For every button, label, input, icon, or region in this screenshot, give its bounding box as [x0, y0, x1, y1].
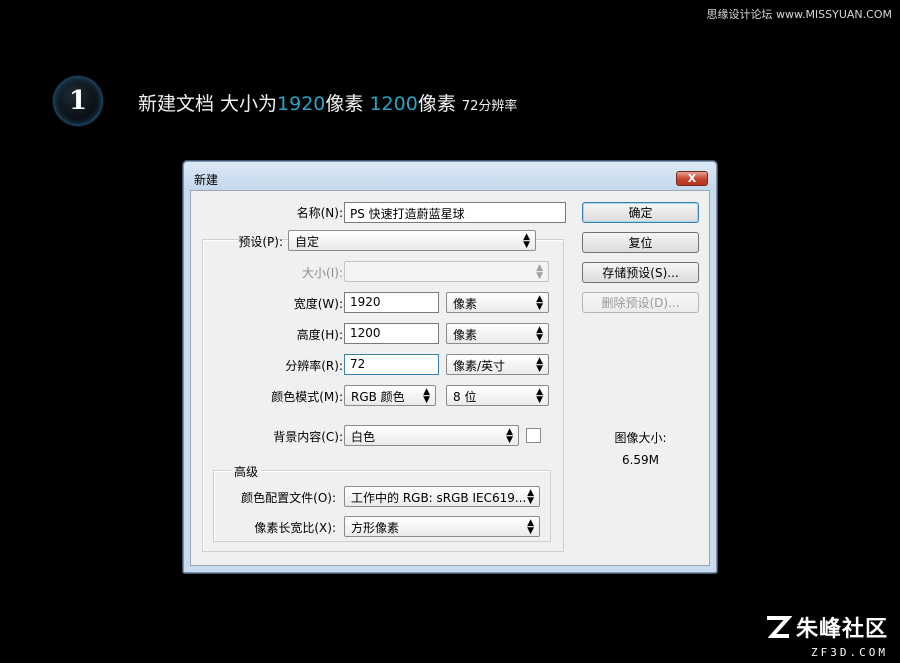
height-input[interactable]: 1200 [344, 323, 439, 344]
headline-resolution-note: 72分辨率 [461, 99, 518, 114]
height-label: 高度(H): [296, 328, 343, 342]
image-size-value: 6.59M [621, 453, 660, 467]
width-unit-value: 像素 [453, 297, 478, 311]
bit-depth-select[interactable]: 8 位 ▲ ▼ [446, 385, 549, 406]
advanced-title: 高级 [231, 463, 262, 480]
size-label: 大小(I): [302, 266, 343, 280]
updown-arrow-icon: ▲ ▼ [506, 427, 513, 445]
headline-height: 1200 [369, 93, 418, 115]
pixel-aspect-value: 方形像素 [351, 521, 400, 535]
pixel-aspect-label: 像素长宽比(X): [254, 521, 336, 535]
resolution-unit-value: 像素/英寸 [453, 359, 506, 373]
dialog-title: 新建 [194, 173, 219, 187]
width-label: 宽度(W): [293, 297, 343, 311]
close-button[interactable]: X [676, 171, 708, 186]
pixel-aspect-select[interactable]: 方形像素 ▲ ▼ [344, 516, 540, 537]
headline-text: 像素 [325, 93, 370, 115]
step-headline: 新建文档 大小为1920像素 1200像素 72分辨率 [138, 89, 517, 116]
color-profile-select[interactable]: 工作中的 RGB: sRGB IEC619... ▲ ▼ [344, 486, 540, 507]
site-watermark: 思缘设计论坛 www.MISSYUAN.COM [706, 8, 892, 21]
logo-subtext: ZF3D.COM [811, 646, 888, 659]
color-mode-select[interactable]: RGB 颜色 ▲ ▼ [344, 385, 436, 406]
preset-label: 预设(P): [238, 235, 283, 249]
width-input[interactable]: 1920 [344, 292, 439, 313]
updown-arrow-icon: ▲ ▼ [536, 387, 543, 405]
updown-arrow-icon: ▲ ▼ [527, 518, 534, 536]
close-icon: X [687, 172, 697, 185]
delete-preset-button: 删除预设(D)... [582, 292, 699, 313]
updown-arrow-icon: ▲ ▼ [423, 387, 430, 405]
updown-arrow-icon: ▲ ▼ [536, 325, 543, 343]
preset-select[interactable]: 自定 ▲ ▼ [288, 230, 536, 251]
headline-text: 像素 [417, 93, 462, 115]
reset-button[interactable]: 复位 [582, 232, 699, 253]
dialog-titlebar[interactable]: 新建 X [184, 162, 716, 190]
headline-width: 1920 [277, 93, 326, 115]
background-color-swatch[interactable] [526, 428, 541, 443]
updown-arrow-icon: ▲ ▼ [536, 356, 543, 374]
height-unit-value: 像素 [453, 328, 478, 342]
color-mode-value: RGB 颜色 [351, 390, 405, 404]
name-label: 名称(N): [296, 206, 343, 220]
step-number-badge: 1 [53, 76, 103, 126]
resolution-input[interactable]: 72 [344, 354, 439, 375]
width-unit-select[interactable]: 像素 ▲ ▼ [446, 292, 549, 313]
resolution-unit-select[interactable]: 像素/英寸 ▲ ▼ [446, 354, 549, 375]
background-select[interactable]: 白色 ▲ ▼ [344, 425, 519, 446]
color-profile-label: 颜色配置文件(O): [241, 491, 336, 505]
site-logo: 朱峰社区 [764, 611, 888, 643]
resolution-label: 分辨率(R): [285, 359, 343, 373]
updown-arrow-icon: ▲ ▼ [527, 488, 534, 506]
zf-logo-icon [764, 613, 793, 641]
background-label: 背景内容(C): [273, 430, 343, 444]
logo-text: 朱峰社区 [795, 617, 888, 642]
color-mode-label: 颜色模式(M): [271, 390, 343, 404]
background-value: 白色 [351, 430, 376, 444]
save-preset-button[interactable]: 存储预设(S)... [582, 262, 699, 283]
headline-text: 新建文档 大小为 [138, 93, 278, 115]
ok-button[interactable]: 确定 [582, 202, 699, 223]
updown-arrow-icon: ▲ ▼ [536, 294, 543, 312]
color-profile-value: 工作中的 RGB: sRGB IEC619... [351, 491, 527, 505]
preset-value: 自定 [295, 235, 320, 249]
dialog-body: 名称(N): PS 快速打造蔚蓝星球 预设(P): 自定 ▲ ▼ 大小(I): ▲… [190, 190, 710, 566]
bit-depth-value: 8 位 [453, 390, 477, 404]
size-select: ▲ ▼ [344, 261, 549, 282]
image-size-label: 图像大小: [614, 431, 667, 445]
updown-arrow-icon: ▲ ▼ [536, 263, 543, 281]
new-document-dialog: 新建 X 名称(N): PS 快速打造蔚蓝星球 预设(P): 自定 ▲ ▼ 大小(… [183, 161, 717, 573]
name-input[interactable]: PS 快速打造蔚蓝星球 [344, 202, 566, 223]
updown-arrow-icon: ▲ ▼ [523, 232, 530, 250]
height-unit-select[interactable]: 像素 ▲ ▼ [446, 323, 549, 344]
